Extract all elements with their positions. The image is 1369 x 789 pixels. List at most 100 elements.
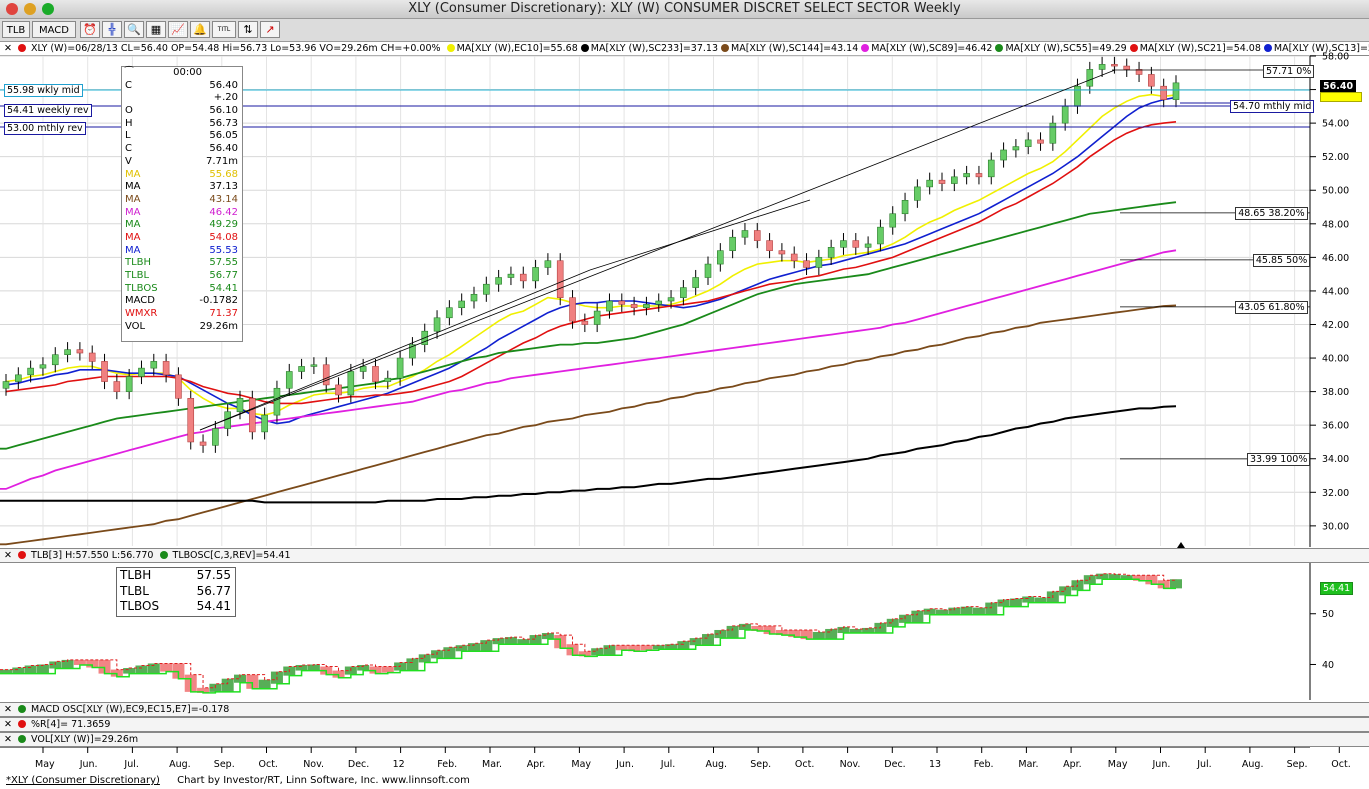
data-window-label: O — [125, 105, 133, 117]
fib-label: 48.65 38.20% — [1235, 206, 1308, 220]
date-tick-label: Aug. — [169, 759, 191, 770]
tlb-brick — [738, 623, 751, 630]
tlb-tick-label: 40 — [1322, 660, 1334, 671]
data-window-row: MA 37.13 — [122, 181, 242, 194]
date-tick-label: Mar. — [482, 759, 502, 770]
candle-body — [1074, 85, 1081, 107]
candle-body — [704, 263, 712, 278]
date-tick-label: Feb. — [437, 759, 457, 770]
date-tick-label: Sep. — [1287, 759, 1308, 770]
price-tick-label: 46.00 — [1322, 253, 1349, 264]
data-window-label: TLBOS — [125, 282, 158, 294]
candle-body — [556, 260, 564, 298]
tlb-dot-icon — [18, 551, 26, 559]
data-window-value: 54.41 — [209, 282, 238, 294]
candle-body — [335, 384, 342, 396]
candle-body — [384, 377, 392, 382]
tlb-box-row: TLBH 57.55 — [117, 568, 235, 584]
date-tick-label: Dec. — [348, 759, 369, 770]
footer-credit: Chart by Investor/RT, Linn Software, Inc… — [177, 775, 470, 786]
candle-body — [692, 277, 699, 288]
tlb-brick — [160, 663, 173, 672]
close-panel-icon[interactable]: ✕ — [4, 719, 12, 730]
weekly-rev-label: 54.41 weekly rev — [4, 104, 92, 117]
tlb-brick — [517, 639, 530, 645]
footer-symbol[interactable]: *XLY (Consumer Discretionary) — [6, 775, 160, 786]
candle-body — [150, 361, 158, 369]
data-window-label: TLBH — [125, 257, 152, 269]
close-panel-icon[interactable]: ✕ — [4, 704, 12, 715]
data-window-row: MA 43.14 — [122, 194, 242, 207]
candle-body — [347, 371, 355, 396]
data-window-row: MA 55.53 — [122, 245, 242, 258]
candle-body — [753, 230, 761, 241]
candle-body — [1098, 64, 1106, 70]
candle-body — [310, 364, 318, 367]
candle-body — [76, 349, 84, 354]
tlb-brick — [455, 645, 468, 652]
candle-body — [569, 297, 576, 322]
candle-body — [138, 367, 145, 377]
tlb-brick — [24, 665, 37, 674]
candle-body — [446, 307, 453, 319]
candle-body — [803, 260, 810, 268]
price-tick-label: 52.00 — [1322, 152, 1349, 163]
date-tick-label: Mar. — [1018, 759, 1038, 770]
tlb-brick — [123, 668, 136, 674]
candle-body — [1012, 146, 1020, 151]
tlb-brick — [615, 645, 628, 651]
tlb-box-value: 56.77 — [196, 583, 231, 598]
date-tick-label: Sep. — [750, 759, 771, 770]
macd-dot-icon — [18, 705, 26, 713]
candle-body — [877, 226, 884, 245]
data-window-row: ⁀ 00:00 — [122, 67, 242, 80]
vol-panel-header: ✕ VOL[XLY (W)]=29.26m — [0, 732, 1369, 747]
date-tick-label: Feb. — [974, 759, 994, 770]
date-tick-label: Jun. — [615, 759, 634, 770]
data-window-row: VOL 29.26m — [122, 321, 242, 334]
data-window-row: MA 55.68 — [122, 169, 242, 182]
tlb-box-label: TLBOS — [120, 599, 160, 613]
price-tick-label: 32.00 — [1322, 488, 1349, 499]
data-window-icon: ⁀ — [125, 67, 134, 78]
candle-body — [667, 297, 675, 302]
lower-trend-line-2 — [589, 199, 811, 271]
candle-body — [606, 300, 613, 312]
candle-body — [987, 159, 995, 178]
tlbosc-dot-icon — [159, 551, 168, 559]
candle-body — [495, 277, 502, 285]
data-window-label: MA — [125, 168, 141, 180]
candle-body — [64, 349, 71, 355]
close-panel-icon[interactable]: ✕ — [4, 550, 12, 561]
candle-body — [680, 287, 687, 298]
tlb-value-box: TLBH 57.55 TLBL 56.77 TLBOS 54.41 — [116, 567, 236, 617]
data-window-label: VOL — [125, 320, 146, 332]
candle-body — [372, 366, 379, 382]
candle-body — [889, 213, 897, 228]
candle-body — [729, 236, 736, 251]
candle-body — [901, 200, 909, 215]
candle-body — [581, 320, 589, 325]
date-tick-label: Aug. — [706, 759, 728, 770]
candle-body — [236, 398, 244, 413]
candle-body — [963, 173, 970, 178]
tlb-brick — [726, 625, 739, 639]
wkly-mid-label: 55.98 wkly mid — [4, 84, 83, 97]
candle-body — [815, 257, 823, 268]
candle-body — [766, 240, 773, 251]
candle-body — [1160, 85, 1167, 100]
candle-body — [113, 381, 121, 392]
wr-dot-icon — [18, 720, 26, 728]
date-tick-label: Dec. — [884, 759, 905, 770]
candle-body — [261, 414, 268, 433]
candle-body — [51, 354, 59, 366]
mthly-rev-label: 53.00 mthly rev — [4, 122, 86, 135]
data-window: ⁀ 00:00 C 56.40 +.20 O 56.10 H 56.73 L 56.05 C 56.40… — [121, 66, 243, 342]
data-window-label: L — [125, 130, 131, 142]
data-window-value: 57.55 — [209, 257, 238, 269]
candle-body — [717, 250, 724, 265]
close-panel-icon[interactable]: ✕ — [4, 734, 12, 745]
data-window-row: MA 54.08 — [122, 232, 242, 245]
data-window-row: O 56.10 — [122, 105, 242, 118]
date-tick-label: Jul. — [123, 759, 138, 770]
